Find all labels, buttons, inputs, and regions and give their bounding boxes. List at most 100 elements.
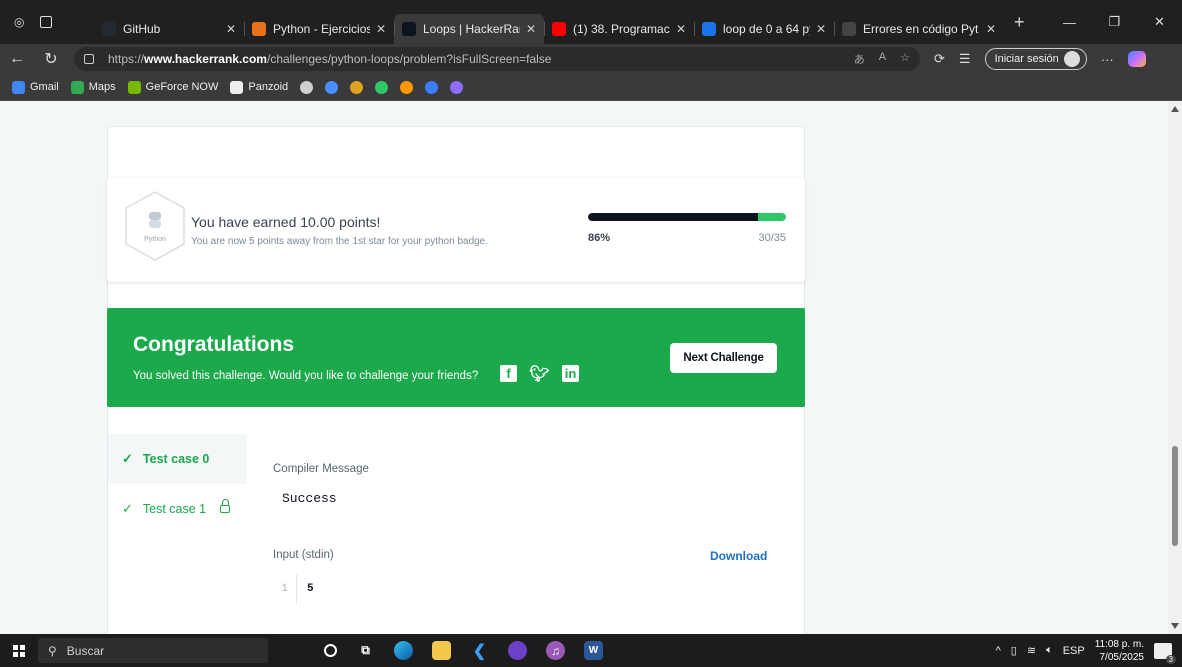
- test-case-tab[interactable]: ✓ Test case 0: [108, 434, 247, 484]
- language-indicator[interactable]: ESP: [1063, 645, 1085, 657]
- url-field[interactable]: https://www.hackerrank.com/challenges/py…: [74, 47, 920, 71]
- input-code-line: 1 5: [273, 574, 314, 604]
- bookmark-icon: [12, 80, 25, 94]
- notification-icon[interactable]: 3: [1154, 642, 1176, 664]
- bookmark-label: GeForce NOW: [145, 81, 219, 93]
- browser-tab[interactable]: (1) 38. Programación ✕: [544, 14, 694, 44]
- browser-tab[interactable]: GitHub ✕: [94, 14, 244, 44]
- bookmark-label: Gmail: [30, 81, 59, 93]
- word-icon[interactable]: W: [584, 641, 603, 660]
- close-tab-icon[interactable]: ✕: [986, 22, 996, 36]
- refresh-button[interactable]: ↻: [34, 49, 68, 69]
- close-tab-icon[interactable]: ✕: [226, 22, 236, 36]
- url-actions: あ A ☆: [854, 51, 910, 67]
- browser-tab[interactable]: Python - Ejercicios ✕: [244, 14, 394, 44]
- close-tab-icon[interactable]: ✕: [816, 22, 826, 36]
- vscode-icon[interactable]: ❮: [470, 641, 489, 660]
- bookmark-item[interactable]: GeForce NOW: [127, 80, 219, 94]
- music-app-icon[interactable]: ♫: [546, 641, 565, 660]
- ejercicios-icon: [252, 22, 266, 36]
- scroll-down-arrow-icon[interactable]: [1171, 623, 1179, 629]
- read-aloud-icon[interactable]: A: [879, 51, 886, 67]
- browser-tab[interactable]: Errores en código Pyt ✕: [834, 14, 1004, 44]
- compiler-message-value: Success: [282, 491, 337, 506]
- points-card: Python You have earned 10.00 points! You…: [107, 178, 805, 282]
- favorites-icon[interactable]: ☰: [959, 51, 971, 67]
- start-button[interactable]: [0, 634, 38, 667]
- tab-label: GitHub: [123, 22, 161, 36]
- tray-apps-icon[interactable]: ▯: [1011, 644, 1017, 657]
- bookmark-icon: [127, 80, 141, 94]
- scrollbar-thumb[interactable]: [1172, 446, 1178, 546]
- network-icon[interactable]: ≋: [1027, 644, 1036, 657]
- site-info-icon[interactable]: [84, 54, 94, 64]
- minimize-button[interactable]: —: [1047, 15, 1092, 30]
- browser-tab[interactable]: Loops | HackerRank ✕: [394, 14, 544, 44]
- close-window-button[interactable]: ✕: [1137, 14, 1182, 30]
- taskbar-search[interactable]: ⚲ Buscar: [38, 638, 268, 663]
- file-explorer-icon[interactable]: [432, 641, 451, 660]
- bookmark-shortcut-icon[interactable]: [400, 80, 414, 94]
- new-tab-button[interactable]: +: [1014, 12, 1025, 33]
- close-tab-icon[interactable]: ✕: [676, 22, 686, 36]
- tab-actions-icon[interactable]: [40, 16, 53, 28]
- page-scrollbar[interactable]: [1168, 101, 1182, 634]
- progress-fill: [588, 213, 758, 221]
- title-bar-left-controls: ◎: [0, 15, 94, 29]
- back-button[interactable]: ←: [0, 50, 34, 68]
- twitter-icon[interactable]: 🐦︎: [529, 365, 549, 383]
- badge-hexagon-icon: [125, 191, 185, 261]
- progress-new-points: [758, 213, 786, 221]
- workspaces-icon[interactable]: ◎: [14, 15, 24, 29]
- browser-tab[interactable]: loop de 0 a 64 pytho ✕: [694, 14, 834, 44]
- download-link[interactable]: Download: [710, 549, 767, 563]
- next-challenge-button[interactable]: Next Challenge: [670, 343, 777, 373]
- tab-label: Loops | HackerRank: [423, 22, 520, 36]
- extensions-icon[interactable]: ⟳: [934, 51, 945, 67]
- translate-icon[interactable]: あ: [854, 51, 865, 67]
- bookmark-shortcut-icon[interactable]: [425, 80, 439, 94]
- bookmark-item[interactable]: Gmail: [12, 80, 59, 94]
- favorite-star-icon[interactable]: ☆: [900, 51, 910, 67]
- linkedin-icon[interactable]: in: [562, 365, 579, 382]
- chatgpt-icon: [842, 22, 856, 36]
- check-circle-icon: ✓: [122, 501, 133, 516]
- task-view-icon[interactable]: ⧉: [356, 641, 375, 660]
- tray-chevron-icon[interactable]: ^: [996, 645, 1001, 657]
- copilot-icon[interactable]: [1127, 51, 1146, 67]
- points-earned-text: You have earned 10.00 points!: [191, 214, 381, 230]
- bookmark-shortcut-icon[interactable]: [350, 80, 364, 94]
- scroll-up-arrow-icon[interactable]: [1171, 106, 1179, 112]
- toolbar-right: ⟳ ☰ Iniciar sesión ···: [934, 48, 1146, 70]
- check-circle-icon: ✓: [122, 451, 133, 466]
- edge-icon[interactable]: [394, 641, 413, 660]
- window-controls: — ❐ ✕: [1047, 0, 1182, 44]
- close-tab-icon[interactable]: ✕: [526, 22, 536, 36]
- clock[interactable]: 11:08 p. m. 7/05/2025: [1095, 638, 1144, 664]
- progress-percent: 86%: [588, 232, 611, 244]
- bookmark-label: Maps: [88, 81, 116, 93]
- bookmark-item[interactable]: Maps: [70, 80, 116, 94]
- signin-button[interactable]: Iniciar sesión: [984, 48, 1087, 70]
- more-menu-icon[interactable]: ···: [1101, 52, 1114, 67]
- url-prefix: https://: [108, 52, 145, 66]
- input-value: 5: [307, 583, 314, 595]
- facebook-icon[interactable]: f: [500, 365, 517, 382]
- github-desktop-icon[interactable]: [508, 641, 527, 660]
- cortana-icon[interactable]: [324, 644, 337, 657]
- bookmark-item[interactable]: Panzoid: [230, 80, 288, 94]
- windows-taskbar: ⚲ Buscar ⧉ ❮ ♫ W ^ ▯ ≋ 🔈︎ ESP 11:08 p. m…: [0, 634, 1182, 667]
- bookmark-shortcut-icon[interactable]: [300, 80, 314, 94]
- bookmark-shortcut-icon[interactable]: [450, 80, 464, 94]
- url-path: /challenges/python-loops/problem?isFullS…: [266, 52, 552, 66]
- bookmark-shortcut-icon[interactable]: [375, 80, 389, 94]
- compiler-message-label: Compiler Message: [273, 463, 369, 475]
- close-tab-icon[interactable]: ✕: [376, 22, 386, 36]
- volume-icon[interactable]: 🔈︎: [1046, 644, 1053, 657]
- bookmark-shortcut-icon[interactable]: [325, 80, 339, 94]
- restore-button[interactable]: ❐: [1092, 14, 1137, 30]
- test-case-tab[interactable]: ✓ Test case 1: [108, 484, 247, 534]
- url-domain: www.hackerrank.com: [144, 52, 267, 66]
- bookmark-icon: [230, 80, 244, 94]
- test-case-list: ✓ Test case 0 ✓ Test case 1: [108, 434, 247, 534]
